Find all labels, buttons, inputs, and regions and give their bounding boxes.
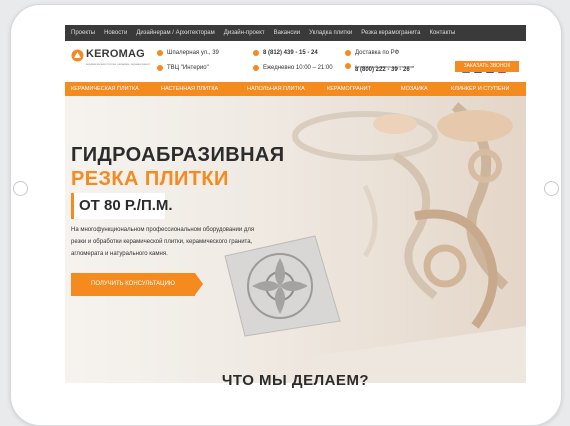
- logo-wordmark: KEROMAG: [86, 48, 145, 60]
- tablet-home-button[interactable]: [544, 181, 559, 196]
- cat-floor-tile[interactable]: НАПОЛЬНАЯ ПЛИТКА: [247, 82, 305, 96]
- topnav-projects[interactable]: Проекты: [71, 30, 95, 36]
- topnav-designers[interactable]: Дизайнерам / Архитекторам: [136, 30, 214, 36]
- section-title: ЧТО МЫ ДЕЛАЕМ?: [221, 372, 370, 389]
- hero-description: На многофункциональном профессиональном …: [71, 227, 255, 257]
- browser-viewport: Проекты Новости Дизайнерам / Архитектора…: [65, 25, 526, 406]
- category-navigation: КЕРАМИЧЕСКАЯ ПЛИТКА НАСТЕННАЯ ПЛИТКА НАП…: [65, 82, 526, 96]
- tablet-frame: Проекты Новости Дизайнерам / Архитектора…: [10, 4, 562, 426]
- cat-porcelain[interactable]: КЕРАМОГРАНИТ: [327, 82, 371, 96]
- cat-mosaic[interactable]: МОЗАИКА: [401, 82, 428, 96]
- address-secondary: ТВЦ "Интерио": [157, 65, 209, 71]
- delivery-text: Доставка по РФ: [355, 50, 400, 56]
- clock-icon: [253, 65, 259, 71]
- delivery-info: Доставка по РФ: [345, 50, 399, 56]
- cat-wall-tile[interactable]: НАСТЕННАЯ ПЛИТКА: [161, 82, 218, 96]
- building-icon: [157, 65, 163, 71]
- working-hours-text: Ежедневно 10:00 – 21:00: [263, 65, 333, 71]
- hero-subtitle: РЕЗКА ПЛИТКИ: [71, 168, 229, 190]
- topnav-vacancies[interactable]: Вакансии: [274, 30, 300, 36]
- logo-icon: [71, 49, 84, 62]
- phone-free-icon: [345, 63, 351, 69]
- price-text: ОТ 80 Р./П.М.: [79, 197, 173, 214]
- phone-main-number: 8 (812) 439 - 15 - 24: [263, 50, 318, 56]
- phone-free-number[interactable]: 8 (800) 222 - 39 - 26: [355, 67, 410, 73]
- topnav-tile-laying[interactable]: Укладка плитки: [309, 30, 352, 36]
- address-street: Шпалерная ул., 39: [167, 50, 219, 56]
- location-icon: [157, 50, 163, 56]
- topnav-contacts[interactable]: Контакты: [429, 30, 455, 36]
- tablet-camera: [13, 181, 28, 196]
- logo-tagline: керамическая плитка, мозаика, керамогран…: [86, 62, 150, 66]
- site-header: KEROMAG керамическая плитка, мозаика, ке…: [65, 41, 526, 77]
- address-mall: ТВЦ "Интерио": [167, 65, 209, 71]
- cat-clinker[interactable]: КЛИНКЕР И СТУПЕНИ: [451, 82, 509, 96]
- hero-title: ГИДРОАБРАЗИВНАЯ: [71, 144, 285, 166]
- consultation-button[interactable]: ПОЛУЧИТЬ КОНСУЛЬТАЦИЮ: [71, 273, 203, 296]
- truck-icon: [345, 50, 351, 56]
- address-primary: Шпалерная ул., 39: [157, 50, 219, 56]
- cat-ceramic-tile[interactable]: КЕРАМИЧЕСКАЯ ПЛИТКА: [71, 82, 139, 96]
- hero-banner: ГИДРОАБРАЗИВНАЯ РЕЗКА ПЛИТКИ ОТ 80 Р./П.…: [65, 96, 526, 383]
- topnav-news[interactable]: Новости: [104, 30, 127, 36]
- price-badge: ОТ 80 Р./П.М.: [71, 193, 173, 219]
- site-logo[interactable]: KEROMAG керамическая плитка, мозаика, ке…: [71, 48, 150, 66]
- top-navigation: Проекты Новости Дизайнерам / Архитектора…: [65, 25, 526, 41]
- topnav-design-project[interactable]: Дизайн-проект: [224, 30, 265, 36]
- phone-main[interactable]: 8 (812) 439 - 15 - 24: [253, 50, 318, 56]
- callback-button[interactable]: ЗАКАЗАТЬ ЗВОНОК: [455, 61, 519, 72]
- working-hours: Ежедневно 10:00 – 21:00: [253, 65, 333, 71]
- topnav-cutting[interactable]: Резка керамогранита: [361, 30, 420, 36]
- phone-icon: [253, 50, 259, 56]
